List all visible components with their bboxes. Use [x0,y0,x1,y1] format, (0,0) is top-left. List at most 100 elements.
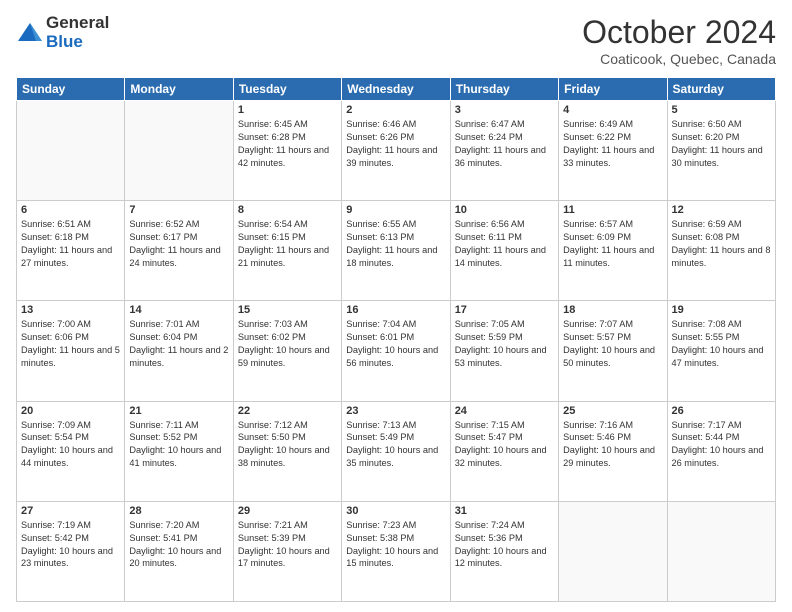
sunset-text: Sunset: 6:01 PM [346,331,445,344]
calendar-cell: 14Sunrise: 7:01 AMSunset: 6:04 PMDayligh… [125,301,233,401]
calendar-header-row: SundayMondayTuesdayWednesdayThursdayFrid… [17,78,776,101]
daylight-text: Daylight: 10 hours and 53 minutes. [455,344,554,370]
day-number: 11 [563,204,662,216]
day-info: Sunrise: 6:50 AMSunset: 6:20 PMDaylight:… [672,118,771,170]
calendar-cell: 5Sunrise: 6:50 AMSunset: 6:20 PMDaylight… [667,101,775,201]
day-info: Sunrise: 6:56 AMSunset: 6:11 PMDaylight:… [455,218,554,270]
daylight-text: Daylight: 10 hours and 29 minutes. [563,444,662,470]
day-info: Sunrise: 6:47 AMSunset: 6:24 PMDaylight:… [455,118,554,170]
day-number: 15 [238,304,337,316]
sunrise-text: Sunrise: 7:08 AM [672,318,771,331]
day-number: 12 [672,204,771,216]
daylight-text: Daylight: 10 hours and 15 minutes. [346,545,445,571]
calendar-cell: 11 Sunrise: 6:57 AMSunset: 6:09 PMDayligh… [559,201,667,301]
daylight-text: Daylight: 10 hours and 44 minutes. [21,444,120,470]
daylight-text: Daylight: 11 hours and 33 minutes. [563,144,662,170]
calendar-cell: 24Sunrise: 7:15 AMSunset: 5:47 PMDayligh… [450,401,558,501]
daylight-text: Daylight: 10 hours and 47 minutes. [672,344,771,370]
day-info: Sunrise: 6:45 AMSunset: 6:28 PMDaylight:… [238,118,337,170]
daylight-text: Daylight: 10 hours and 35 minutes. [346,444,445,470]
calendar-header-friday: Friday [559,78,667,101]
sunrise-text: Sunrise: 6:45 AM [238,118,337,131]
sunset-text: Sunset: 6:15 PM [238,231,337,244]
sunset-text: Sunset: 5:55 PM [672,331,771,344]
calendar-week-4: 20Sunrise: 7:09 AMSunset: 5:54 PMDayligh… [17,401,776,501]
sunrise-text: Sunrise: 6:54 AM [238,218,337,231]
calendar-cell: 2Sunrise: 6:46 AMSunset: 6:26 PMDaylight… [342,101,450,201]
day-number: 18 [563,304,662,316]
calendar-cell [667,501,775,601]
page: General Blue October 2024 Coaticook, Que… [0,0,792,612]
sunset-text: Sunset: 6:18 PM [21,231,120,244]
day-info: Sunrise: 6:55 AMSunset: 6:13 PMDaylight:… [346,218,445,270]
day-number: 16 [346,304,445,316]
day-number: 3 [455,104,554,116]
sunset-text: Sunset: 6:08 PM [672,231,771,244]
sunrise-text: Sunrise: 7:13 AM [346,419,445,432]
day-number: 21 [129,405,228,417]
daylight-text: Daylight: 11 hours and 39 minutes. [346,144,445,170]
sunrise-text: Sunrise: 6:49 AM [563,118,662,131]
day-number: 1 [238,104,337,116]
day-number: 31 [455,505,554,517]
calendar-cell: 20Sunrise: 7:09 AMSunset: 5:54 PMDayligh… [17,401,125,501]
daylight-text: Daylight: 10 hours and 20 minutes. [129,545,228,571]
daylight-text: Daylight: 11 hours and 42 minutes. [238,144,337,170]
calendar-cell: 9 Sunrise: 6:55 AMSunset: 6:13 PMDaylight… [342,201,450,301]
daylight-text: Daylight: 11 hours and 8 minutes. [672,244,771,270]
sunset-text: Sunset: 5:38 PM [346,532,445,545]
calendar-cell: 10Sunrise: 6:56 AMSunset: 6:11 PMDayligh… [450,201,558,301]
calendar-cell: 26 Sunrise: 7:17 AMSunset: 5:44 PMDayligh… [667,401,775,501]
calendar-cell: 27Sunrise: 7:19 AMSunset: 5:42 PMDayligh… [17,501,125,601]
day-number: 27 [21,505,120,517]
sunset-text: Sunset: 5:39 PM [238,532,337,545]
sunset-text: Sunset: 5:44 PM [672,431,771,444]
calendar-week-3: 13Sunrise: 7:00 AMSunset: 6:06 PMDayligh… [17,301,776,401]
calendar-cell: 28Sunrise: 7:20 AMSunset: 5:41 PMDayligh… [125,501,233,601]
logo-blue-text: Blue [46,33,109,52]
day-info: Sunrise: 7:17 AMSunset: 5:44 PMDaylight:… [672,419,771,471]
sunset-text: Sunset: 6:22 PM [563,131,662,144]
calendar-header-thursday: Thursday [450,78,558,101]
day-info: Sunrise: 7:04 AMSunset: 6:01 PMDaylight:… [346,318,445,370]
sunrise-text: Sunrise: 7:23 AM [346,519,445,532]
day-number: 14 [129,304,228,316]
calendar-cell: 4Sunrise: 6:49 AMSunset: 6:22 PMDaylight… [559,101,667,201]
logo: General Blue [16,14,109,51]
calendar-cell: 22Sunrise: 7:12 AMSunset: 5:50 PMDayligh… [233,401,341,501]
daylight-text: Daylight: 10 hours and 41 minutes. [129,444,228,470]
day-number: 23 [346,405,445,417]
day-number: 26 [672,405,771,417]
day-info: Sunrise: 7:23 AMSunset: 5:38 PMDaylight:… [346,519,445,571]
sunrise-text: Sunrise: 7:00 AM [21,318,120,331]
calendar-cell: 12Sunrise: 6:59 AMSunset: 6:08 PMDayligh… [667,201,775,301]
sunrise-text: Sunrise: 7:03 AM [238,318,337,331]
calendar-cell: 1 Sunrise: 6:45 AMSunset: 6:28 PMDaylight… [233,101,341,201]
calendar-week-2: 6Sunrise: 6:51 AMSunset: 6:18 PMDaylight… [17,201,776,301]
daylight-text: Daylight: 10 hours and 12 minutes. [455,545,554,571]
sunset-text: Sunset: 6:24 PM [455,131,554,144]
sunset-text: Sunset: 5:47 PM [455,431,554,444]
sunset-text: Sunset: 6:11 PM [455,231,554,244]
sunrise-text: Sunrise: 7:17 AM [672,419,771,432]
sunrise-text: Sunrise: 7:05 AM [455,318,554,331]
day-info: Sunrise: 6:57 AMSunset: 6:09 PMDaylight:… [563,218,662,270]
calendar-cell: 19Sunrise: 7:08 AMSunset: 5:55 PMDayligh… [667,301,775,401]
sunrise-text: Sunrise: 7:24 AM [455,519,554,532]
calendar-cell: 23 Sunrise: 7:13 AMSunset: 5:49 PMDayligh… [342,401,450,501]
calendar-cell: 13Sunrise: 7:00 AMSunset: 6:06 PMDayligh… [17,301,125,401]
sunset-text: Sunset: 6:02 PM [238,331,337,344]
daylight-text: Daylight: 11 hours and 24 minutes. [129,244,228,270]
sunset-text: Sunset: 5:49 PM [346,431,445,444]
daylight-text: Daylight: 11 hours and 14 minutes. [455,244,554,270]
logo-text: General Blue [46,14,109,51]
sunrise-text: Sunrise: 7:19 AM [21,519,120,532]
day-number: 9 [346,204,445,216]
title-block: October 2024 Coaticook, Quebec, Canada [582,14,776,67]
sunrise-text: Sunrise: 6:57 AM [563,218,662,231]
daylight-text: Daylight: 11 hours and 27 minutes. [21,244,120,270]
calendar-cell: 6Sunrise: 6:51 AMSunset: 6:18 PMDaylight… [17,201,125,301]
daylight-text: Daylight: 11 hours and 30 minutes. [672,144,771,170]
sunrise-text: Sunrise: 6:51 AM [21,218,120,231]
calendar-week-1: 1 Sunrise: 6:45 AMSunset: 6:28 PMDaylight… [17,101,776,201]
